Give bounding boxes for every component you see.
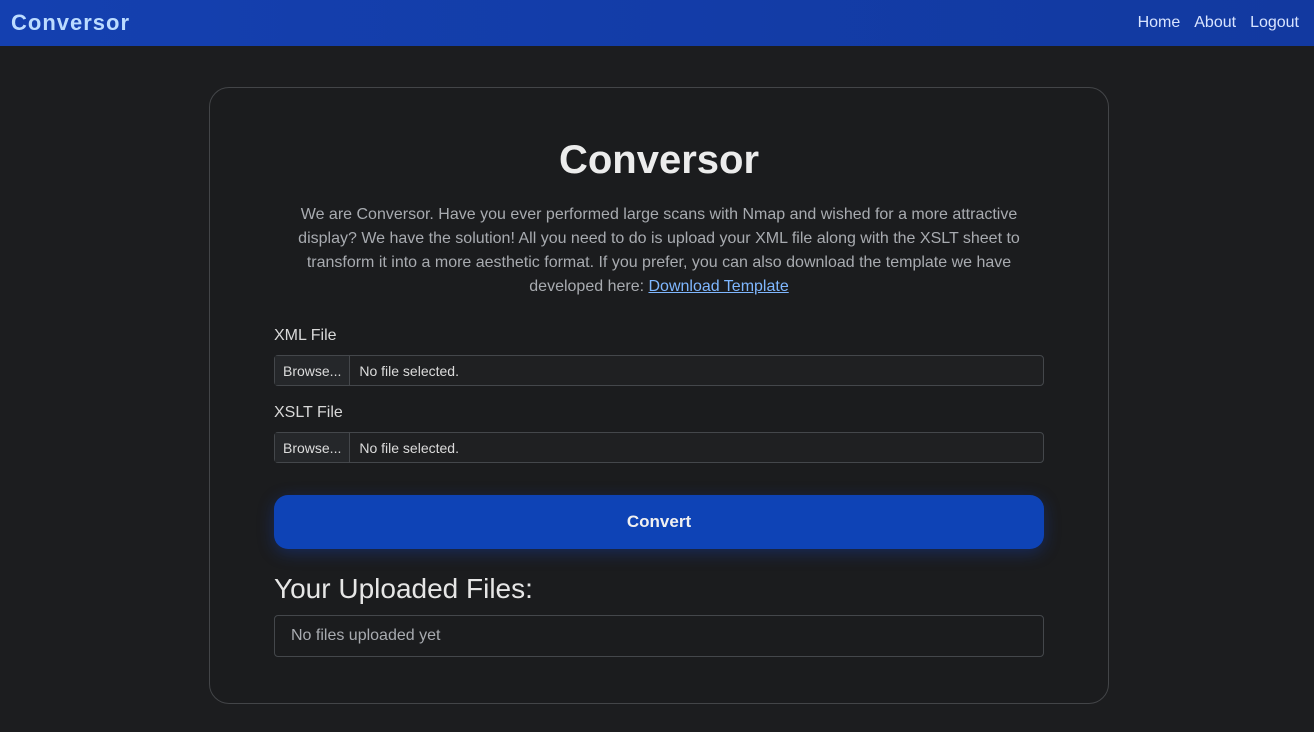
xml-browse-button[interactable]: Browse... (275, 356, 351, 385)
xml-file-status: No file selected. (359, 362, 459, 379)
nav-about[interactable]: About (1194, 14, 1236, 32)
uploaded-files-heading: Your Uploaded Files: (274, 573, 533, 604)
nav-home[interactable]: Home (1138, 14, 1181, 32)
no-uploads-text: No files uploaded yet (291, 627, 441, 644)
uploaded-files-list: No files uploaded yet (274, 615, 1044, 657)
brand-logo[interactable]: Conversor (11, 10, 130, 36)
convert-button[interactable]: Convert (274, 495, 1044, 549)
description: We are Conversor. Have you ever performe… (274, 203, 1044, 299)
page-title: Conversor (558, 138, 760, 182)
xslt-file-status: No file selected. (359, 439, 459, 456)
xslt-file-input[interactable]: Browse... No file selected. (274, 432, 1044, 463)
xml-file-label: XML File (274, 327, 337, 344)
converter-card: Conversor We are Conversor. Have you eve… (209, 87, 1109, 704)
download-template-link[interactable]: Download Template (648, 278, 788, 295)
xslt-browse-button[interactable]: Browse... (275, 433, 351, 462)
xslt-file-label: XSLT File (274, 404, 343, 421)
nav-logout[interactable]: Logout (1250, 14, 1299, 32)
xml-file-input[interactable]: Browse... No file selected. (274, 355, 1044, 386)
nav-links: Home About Logout (1138, 14, 1299, 32)
navbar: Conversor Home About Logout (0, 0, 1314, 46)
